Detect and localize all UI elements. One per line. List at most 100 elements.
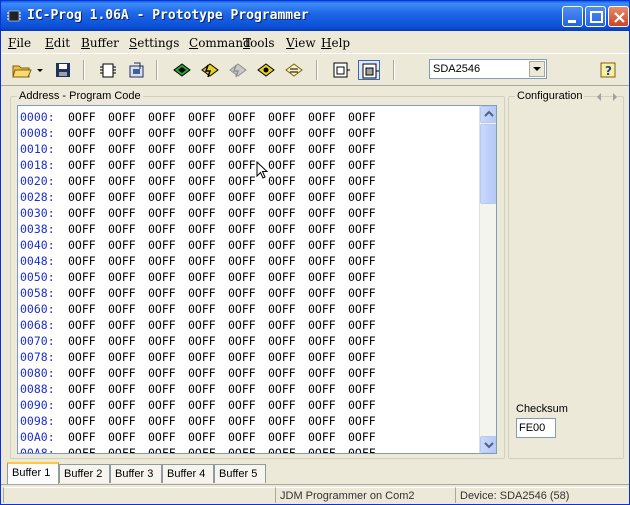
code-word[interactable]: 0OFF [148,205,188,221]
code-word[interactable]: 0OFF [108,429,148,445]
code-word[interactable]: 0OFF [228,349,268,365]
view-assembler-button[interactable] [358,60,380,80]
code-word[interactable]: 0OFF [228,381,268,397]
code-word[interactable]: 0OFF [148,317,188,333]
verify-button[interactable] [255,60,277,80]
code-word[interactable]: 0OFF [348,301,388,317]
code-word[interactable]: 0OFF [148,173,188,189]
code-word[interactable]: 0OFF [348,189,388,205]
code-word[interactable]: 0OFF [148,141,188,157]
code-word[interactable]: 0OFF [188,301,228,317]
code-word[interactable]: 0OFF [228,253,268,269]
menu-command[interactable]: Command [189,36,251,50]
menu-edit[interactable]: Edit [45,36,70,50]
code-word[interactable]: 0OFF [68,365,108,381]
code-word[interactable]: 0OFF [68,221,108,237]
code-word[interactable]: 0OFF [308,365,348,381]
vertical-scrollbar[interactable] [479,106,496,453]
code-word[interactable]: 0OFF [188,173,228,189]
code-word[interactable]: 0OFF [68,253,108,269]
code-word[interactable]: 0OFF [268,317,308,333]
code-word[interactable]: 0OFF [228,333,268,349]
code-word[interactable]: 0OFF [108,285,148,301]
code-word[interactable]: 0OFF [188,397,228,413]
code-word[interactable]: 0OFF [308,157,348,173]
code-word[interactable]: 0OFF [68,269,108,285]
code-word[interactable]: 0OFF [228,269,268,285]
code-word[interactable]: 0OFF [188,253,228,269]
code-word[interactable]: 0OFF [68,445,108,453]
code-word[interactable]: 0OFF [188,285,228,301]
code-word[interactable]: 0OFF [188,189,228,205]
code-word[interactable]: 0OFF [268,205,308,221]
title-bar[interactable]: IC-Prog 1.06A - Prototype Programmer [1,1,629,31]
code-word[interactable]: 0OFF [228,221,268,237]
tab-buffer-5[interactable]: Buffer 5 [214,464,266,483]
code-word[interactable]: 0OFF [108,253,148,269]
code-word[interactable]: 0OFF [188,205,228,221]
code-word[interactable]: 0OFF [228,237,268,253]
code-word[interactable]: 0OFF [348,173,388,189]
code-word[interactable]: 0OFF [108,397,148,413]
code-word[interactable]: 0OFF [188,109,228,125]
code-word[interactable]: 0OFF [308,109,348,125]
code-word[interactable]: 0OFF [148,237,188,253]
program-button[interactable] [199,60,221,80]
code-word[interactable]: 0OFF [108,173,148,189]
code-word[interactable]: 0OFF [268,173,308,189]
code-word[interactable]: 0OFF [148,301,188,317]
code-word[interactable]: 0OFF [148,221,188,237]
code-word[interactable]: 0OFF [348,285,388,301]
code-word[interactable]: 0OFF [268,301,308,317]
code-word[interactable]: 0OFF [148,365,188,381]
code-word[interactable]: 0OFF [308,429,348,445]
code-word[interactable]: 0OFF [348,253,388,269]
code-word[interactable]: 0OFF [268,413,308,429]
code-word[interactable]: 0OFF [308,397,348,413]
code-word[interactable]: 0OFF [148,349,188,365]
code-word[interactable]: 0OFF [188,317,228,333]
code-word[interactable]: 0OFF [68,397,108,413]
code-word[interactable]: 0OFF [148,269,188,285]
scroll-down-button[interactable] [480,436,496,453]
code-word[interactable]: 0OFF [308,205,348,221]
code-word[interactable]: 0OFF [188,333,228,349]
code-word[interactable]: 0OFF [108,141,148,157]
code-word[interactable]: 0OFF [108,205,148,221]
code-word[interactable]: 0OFF [268,269,308,285]
code-word[interactable]: 0OFF [68,301,108,317]
code-word[interactable]: 0OFF [268,429,308,445]
code-word[interactable]: 0OFF [228,397,268,413]
code-word[interactable]: 0OFF [188,157,228,173]
chip-app-icon[interactable] [6,8,22,24]
code-word[interactable]: 0OFF [68,333,108,349]
code-word[interactable]: 0OFF [348,141,388,157]
code-word[interactable]: 0OFF [108,349,148,365]
code-word[interactable]: 0OFF [308,253,348,269]
code-word[interactable]: 0OFF [108,221,148,237]
code-word[interactable]: 0OFF [308,445,348,453]
code-word[interactable]: 0OFF [68,237,108,253]
menu-view[interactable]: View [286,36,316,50]
code-word[interactable]: 0OFF [348,109,388,125]
code-word[interactable]: 0OFF [108,413,148,429]
code-word[interactable]: 0OFF [308,221,348,237]
menu-help[interactable]: Help [321,36,350,50]
code-word[interactable]: 0OFF [108,333,148,349]
code-word[interactable]: 0OFF [308,173,348,189]
close-button[interactable] [608,6,629,27]
code-word[interactable]: 0OFF [348,429,388,445]
code-word[interactable]: 0OFF [308,125,348,141]
code-word[interactable]: 0OFF [348,125,388,141]
tab-buffer-3[interactable]: Buffer 3 [110,464,162,483]
code-word[interactable]: 0OFF [68,285,108,301]
code-word[interactable]: 0OFF [348,333,388,349]
code-word[interactable]: 0OFF [348,413,388,429]
code-word[interactable]: 0OFF [228,429,268,445]
open-file-button[interactable] [11,60,33,80]
code-word[interactable]: 0OFF [228,301,268,317]
code-word[interactable]: 0OFF [68,413,108,429]
code-word[interactable]: 0OFF [68,189,108,205]
code-word[interactable]: 0OFF [188,237,228,253]
code-word[interactable]: 0OFF [308,333,348,349]
